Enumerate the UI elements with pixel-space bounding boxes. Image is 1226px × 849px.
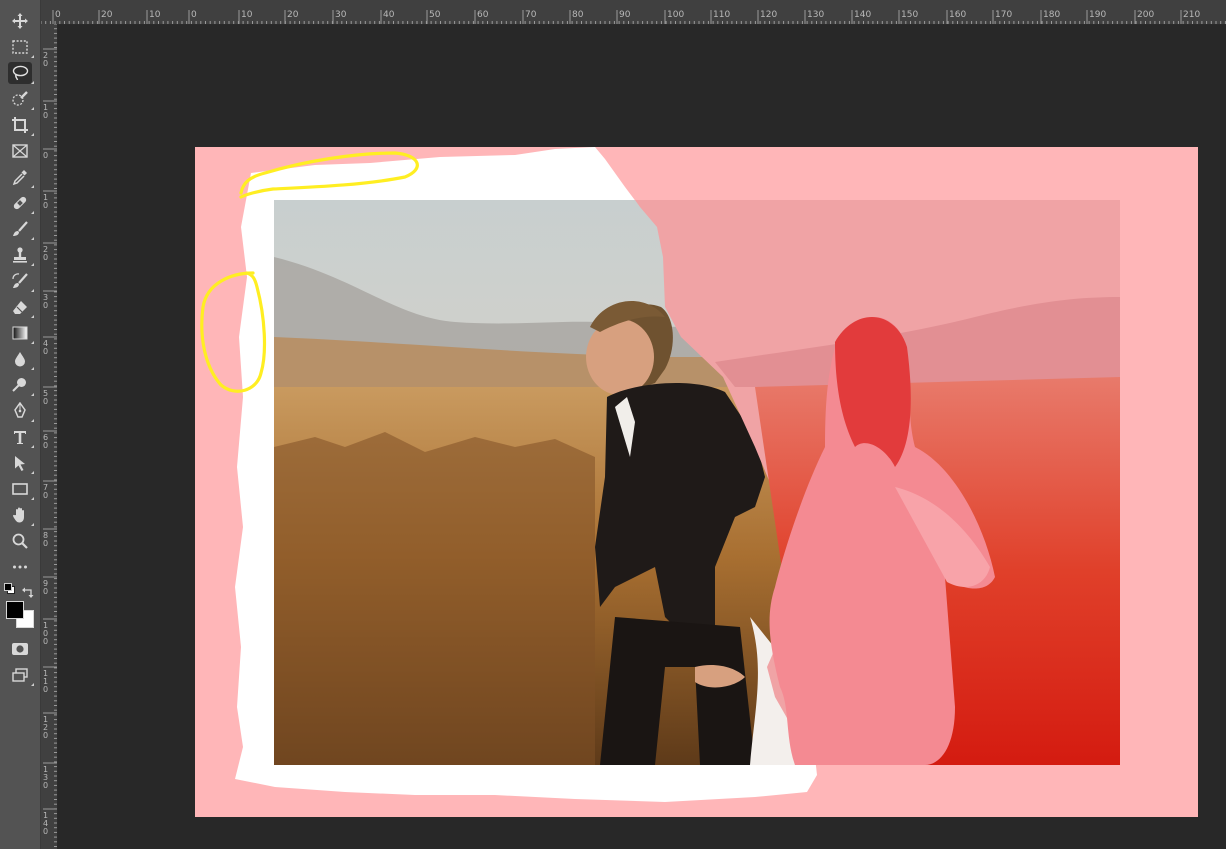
eraser-icon — [13, 301, 27, 314]
ruler-label: 80 — [572, 10, 584, 20]
frame-icon — [12, 144, 28, 158]
brush-tool[interactable] — [8, 218, 34, 240]
ruler-label-vertical: 70 — [43, 483, 49, 500]
ruler-label: 200 — [1137, 10, 1155, 20]
ruler-label: 70 — [525, 10, 537, 20]
stamp-icon — [13, 247, 27, 263]
color-swatches — [4, 583, 36, 631]
marquee-icon — [12, 40, 28, 54]
foreground-color-swatch[interactable] — [6, 601, 24, 619]
type-tool[interactable] — [8, 426, 34, 448]
ruler-label: 90 — [619, 10, 631, 20]
pen-icon — [14, 402, 26, 418]
screen-mode-icon — [12, 668, 28, 682]
ruler-label: 160 — [949, 10, 967, 20]
history-brush-icon — [12, 273, 28, 288]
ruler-label-vertical: 80 — [43, 531, 49, 548]
rectangle-icon — [12, 483, 28, 495]
ruler-label-vertical: 20 — [43, 245, 49, 262]
arrow-icon — [15, 456, 25, 471]
ruler-label: 0 — [55, 10, 61, 20]
eyedropper-icon — [12, 170, 27, 186]
blur-drop-icon — [15, 352, 25, 367]
spot-healing-tool[interactable] — [8, 192, 34, 214]
quick-selection-icon — [12, 91, 28, 106]
zoom-icon — [12, 533, 28, 549]
quick-mask-mode-button[interactable] — [8, 638, 32, 660]
pen-tool[interactable] — [8, 400, 34, 422]
eyedropper-tool[interactable] — [8, 166, 34, 188]
move-icon — [12, 13, 28, 29]
history-brush-tool[interactable] — [8, 270, 34, 292]
ruler-label: 120 — [760, 10, 778, 20]
gradient-icon — [12, 326, 28, 340]
ruler-label: 210 — [1183, 10, 1201, 20]
ruler-label-vertical: 110 — [43, 669, 49, 694]
ruler-label: 60 — [477, 10, 489, 20]
ruler-label: 30 — [335, 10, 347, 20]
crop-icon — [12, 117, 28, 133]
hand-icon — [12, 507, 24, 523]
ruler-label-vertical: 0 — [43, 151, 49, 160]
ruler-label-vertical: 90 — [43, 579, 49, 596]
ruler-label-vertical: 40 — [43, 339, 49, 356]
tools-panel — [0, 0, 41, 849]
wedding-photo-composition — [200, 147, 1120, 802]
blur-tool[interactable] — [8, 348, 34, 370]
default-colors-icon[interactable] — [4, 583, 15, 594]
ellipsis-icon — [13, 565, 27, 569]
bandage-icon — [13, 196, 27, 210]
dodge-icon — [12, 378, 26, 392]
ruler-label: 40 — [383, 10, 395, 20]
ruler-label-vertical: 60 — [43, 433, 49, 450]
eraser-tool[interactable] — [8, 296, 34, 318]
clone-stamp-tool[interactable] — [8, 244, 34, 266]
ruler-label-vertical: 10 — [43, 193, 49, 210]
ruler-label-vertical: 100 — [43, 621, 49, 646]
ruler-label-vertical: 130 — [43, 765, 49, 790]
ruler-label-vertical: 50 — [43, 389, 49, 406]
path-selection-tool[interactable] — [8, 452, 34, 474]
ruler-label: 170 — [995, 10, 1013, 20]
ruler-label: 150 — [901, 10, 919, 20]
ruler-label-vertical: 20 — [43, 51, 49, 68]
move-tool[interactable] — [8, 10, 32, 32]
ruler-label: 100 — [667, 10, 685, 20]
rectangular-marquee-tool[interactable] — [8, 36, 34, 58]
zoom-tool[interactable] — [8, 530, 32, 552]
swap-colors-icon[interactable] — [22, 583, 34, 598]
ruler-label: 20 — [101, 10, 113, 20]
ruler-label: 180 — [1043, 10, 1061, 20]
crop-tool[interactable] — [8, 114, 34, 136]
ruler-label-vertical: 140 — [43, 811, 49, 836]
ruler-label: 130 — [807, 10, 825, 20]
ruler-label: 140 — [854, 10, 872, 20]
ruler-label: 190 — [1089, 10, 1107, 20]
document-canvas[interactable] — [195, 147, 1198, 817]
type-icon — [14, 431, 26, 444]
quick-mask-icon — [12, 643, 28, 655]
screen-mode-button[interactable] — [8, 664, 34, 686]
vertical-ruler[interactable]: 20 10 0 10 20 30 40 50 60 70 80 90 100 110 120 130 140 — [41, 24, 58, 849]
quick-selection-tool[interactable] — [8, 88, 34, 110]
gradient-tool[interactable] — [8, 322, 34, 344]
lasso-tool[interactable] — [8, 62, 34, 84]
ruler-label: 10 — [241, 10, 253, 20]
ruler-label-vertical: 30 — [43, 293, 49, 310]
frame-tool[interactable] — [8, 140, 32, 162]
ruler-label: 0 — [191, 10, 197, 20]
rectangle-tool[interactable] — [8, 478, 34, 500]
brush-icon — [13, 221, 28, 236]
ruler-label: 20 — [287, 10, 299, 20]
dodge-tool[interactable] — [8, 374, 34, 396]
lasso-icon — [12, 65, 29, 81]
edit-toolbar[interactable] — [8, 556, 32, 578]
ruler-label: 110 — [713, 10, 731, 20]
hand-tool[interactable] — [8, 504, 34, 526]
ruler-label: 10 — [149, 10, 161, 20]
horizontal-ruler[interactable]: 0 20 10 0 10 20 30 40 50 60 70 80 90 100 110 120 130 140 1… — [41, 0, 1226, 25]
ruler-label-vertical: 120 — [43, 715, 49, 740]
ruler-label-vertical: 10 — [43, 103, 49, 120]
ruler-label: 50 — [429, 10, 441, 20]
